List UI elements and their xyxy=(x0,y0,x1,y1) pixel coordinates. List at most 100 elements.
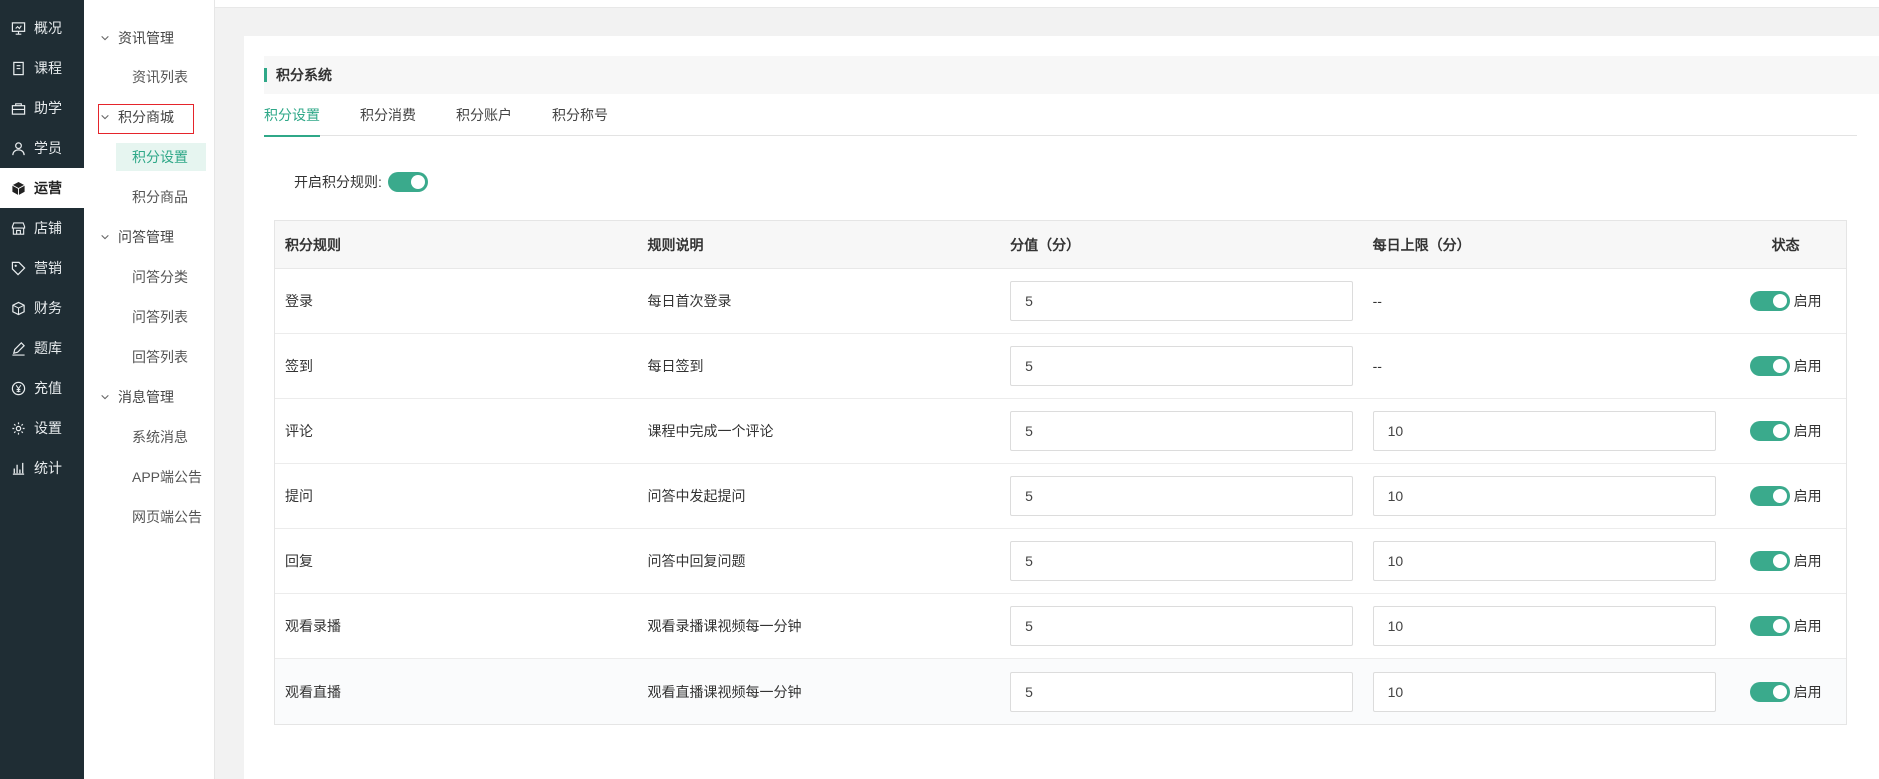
rule-name: 回复 xyxy=(285,553,313,569)
score-input[interactable]: 5 xyxy=(1010,541,1354,581)
rail-item-marketing[interactable]: 营销 xyxy=(0,248,84,288)
rail-item-finance[interactable]: 财务 xyxy=(0,288,84,328)
nav-item-label: 资讯列表 xyxy=(132,69,188,85)
highlight-box xyxy=(98,104,194,134)
daily-limit-input[interactable]: 10 xyxy=(1372,476,1716,516)
enable-rules-toggle[interactable] xyxy=(387,172,428,192)
rule-description: 每日首次登录 xyxy=(647,293,732,309)
rail-label: 营销 xyxy=(34,260,62,276)
status-cell: 启用 xyxy=(1749,421,1822,441)
nav-group-news[interactable]: 资讯管理 xyxy=(98,26,174,50)
rule-name: 观看录播 xyxy=(285,618,341,634)
score-input[interactable]: 5 xyxy=(1010,476,1354,516)
main-sidebar: 概况 课程 助学 学员 运营 店铺 营销 财务 题库 充值 设置 统计 xyxy=(0,0,84,779)
rail-label: 统计 xyxy=(34,460,62,476)
pen-icon xyxy=(10,340,26,356)
daily-limit-value: 10 xyxy=(1387,618,1404,634)
nav-item-answer-list[interactable]: 回答列表 xyxy=(116,343,206,371)
status-toggle[interactable] xyxy=(1749,616,1790,636)
rail-item-stats[interactable]: 统计 xyxy=(0,448,84,488)
enable-rules-row: 开启积分规则: xyxy=(294,170,428,194)
score-value: 5 xyxy=(1025,423,1033,439)
status-toggle[interactable] xyxy=(1749,551,1790,571)
nav-item-web-notice[interactable]: 网页端公告 xyxy=(116,503,206,531)
score-input[interactable]: 5 xyxy=(1010,671,1354,712)
rail-label: 财务 xyxy=(34,300,62,316)
rail-label: 学员 xyxy=(34,140,62,156)
tab-points-consumption[interactable]: 积分消费 xyxy=(360,104,416,136)
tab-points-title[interactable]: 积分称号 xyxy=(552,104,608,136)
rail-item-question-bank[interactable]: 题库 xyxy=(0,328,84,368)
score-input[interactable]: 5 xyxy=(1010,346,1354,386)
course-icon xyxy=(10,60,26,76)
rail-item-recharge[interactable]: 充值 xyxy=(0,368,84,408)
status-cell: 启用 xyxy=(1749,616,1822,636)
status-label: 启用 xyxy=(1793,618,1822,634)
nav-item-points-goods[interactable]: 积分商品 xyxy=(116,183,206,211)
status-toggle[interactable] xyxy=(1749,421,1790,441)
status-toggle[interactable] xyxy=(1749,356,1790,376)
status-toggle[interactable] xyxy=(1749,681,1790,702)
table-row: 观看直播 观看直播课视频每一分钟 5 10 启用 xyxy=(275,659,1846,724)
column-header-daily-limit: 每日上限（分） xyxy=(1372,236,1471,253)
points-rules-table: 积分规则 规则说明 分值（分） 每日上限（分） 状态 登录 每日首次登录 5 -- 启用… xyxy=(274,220,1847,725)
rule-description: 观看录播课视频每一分钟 xyxy=(647,618,802,634)
rail-item-overview[interactable]: 概况 xyxy=(0,8,84,48)
rail-item-study[interactable]: 助学 xyxy=(0,88,84,128)
rail-label: 课程 xyxy=(34,60,62,76)
nav-item-qa-list[interactable]: 问答列表 xyxy=(116,303,206,331)
nav-item-label: 积分设置 xyxy=(132,149,188,165)
rail-item-operation[interactable]: 运营 xyxy=(0,168,84,208)
score-input[interactable]: 5 xyxy=(1010,606,1354,646)
daily-limit-input[interactable]: 10 xyxy=(1372,606,1716,646)
status-cell: 启用 xyxy=(1749,356,1822,376)
score-value: 5 xyxy=(1025,683,1033,700)
status-toggle[interactable] xyxy=(1749,291,1790,311)
rule-name: 观看直播 xyxy=(285,683,341,700)
nav-item-label: 问答分类 xyxy=(132,269,188,285)
chevron-down-icon xyxy=(98,390,112,404)
nav-item-qa-category[interactable]: 问答分类 xyxy=(116,263,206,291)
score-value: 5 xyxy=(1025,553,1033,569)
rule-description: 问答中发起提问 xyxy=(647,488,746,504)
chevron-down-icon xyxy=(98,230,112,244)
nav-group-messages[interactable]: 消息管理 xyxy=(98,385,174,409)
status-label: 启用 xyxy=(1793,358,1822,374)
status-label: 启用 xyxy=(1793,683,1822,700)
rail-item-store[interactable]: 店铺 xyxy=(0,208,84,248)
daily-limit-input[interactable]: 10 xyxy=(1372,671,1716,712)
nav-item-points-settings[interactable]: 积分设置 xyxy=(116,143,206,171)
rail-item-settings[interactable]: 设置 xyxy=(0,408,84,448)
stats-icon xyxy=(10,460,26,476)
nav-item-label: 系统消息 xyxy=(132,429,188,445)
tab-bar: 积分设置 积分消费 积分账户 积分称号 xyxy=(264,104,1857,137)
status-toggle[interactable] xyxy=(1749,486,1790,506)
rail-item-course[interactable]: 课程 xyxy=(0,48,84,88)
score-input[interactable]: 5 xyxy=(1010,281,1354,321)
table-row: 回复 问答中回复问题 5 10 启用 xyxy=(275,529,1846,594)
status-label: 启用 xyxy=(1793,293,1822,309)
rail-label: 助学 xyxy=(34,100,62,116)
daily-limit-text: -- xyxy=(1372,358,1382,374)
enable-rules-label: 开启积分规则: xyxy=(294,174,382,190)
daily-limit-input[interactable]: 10 xyxy=(1372,541,1716,581)
rail-label: 设置 xyxy=(34,420,62,436)
rule-description: 观看直播课视频每一分钟 xyxy=(647,683,802,700)
daily-limit-value: 10 xyxy=(1387,683,1404,700)
tab-points-account[interactable]: 积分账户 xyxy=(456,104,512,136)
rail-item-user[interactable]: 学员 xyxy=(0,128,84,168)
score-value: 5 xyxy=(1025,293,1033,309)
tab-points-settings[interactable]: 积分设置 xyxy=(264,104,320,137)
status-cell: 启用 xyxy=(1749,291,1822,311)
nav-group-label: 问答管理 xyxy=(118,229,174,245)
daily-limit-input[interactable]: 10 xyxy=(1372,411,1716,451)
nav-group-qa[interactable]: 问答管理 xyxy=(98,225,174,249)
nav-item-system-message[interactable]: 系统消息 xyxy=(116,423,206,451)
rule-description: 每日签到 xyxy=(647,358,704,374)
user-icon xyxy=(10,140,26,156)
table-row: 观看录播 观看录播课视频每一分钟 5 10 启用 xyxy=(275,594,1846,659)
nav-item-label: 问答列表 xyxy=(132,309,188,325)
nav-item-app-notice[interactable]: APP端公告 xyxy=(116,463,206,491)
score-input[interactable]: 5 xyxy=(1010,411,1354,451)
nav-item-news-list[interactable]: 资讯列表 xyxy=(116,63,206,91)
